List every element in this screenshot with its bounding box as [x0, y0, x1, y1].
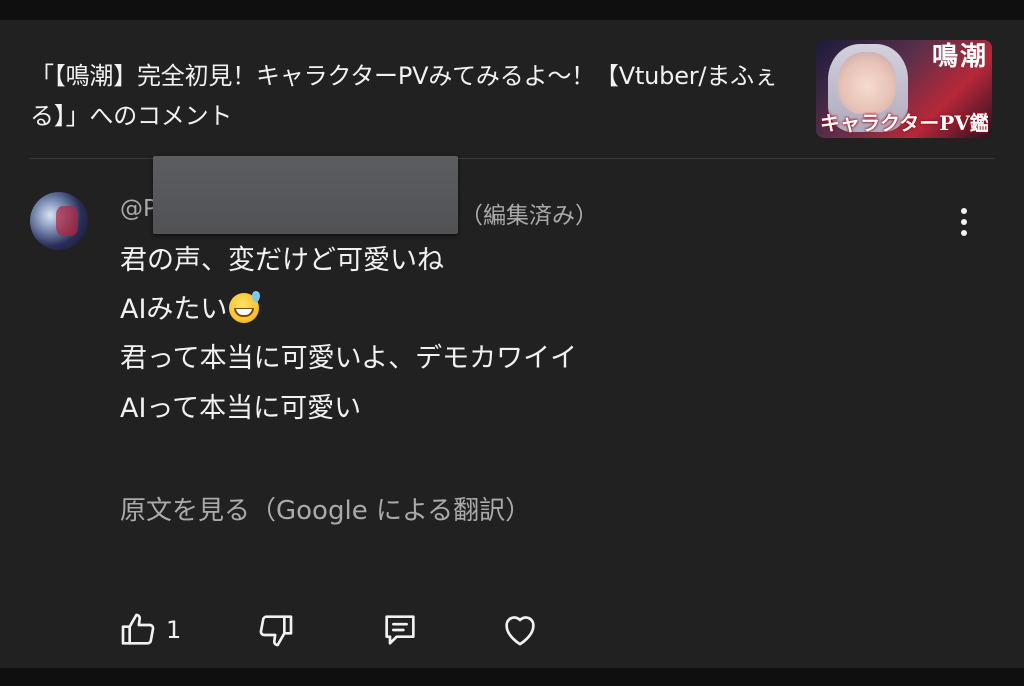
menu-dot [961, 230, 967, 236]
thumbnail-caption-text: キャラクターPV鑑賞 [820, 111, 988, 135]
see-original-link[interactable]: 原文を見る（Google による翻訳） [120, 490, 531, 527]
edited-label: （編集済み） [460, 203, 598, 229]
bottom-bar [0, 668, 1024, 686]
thumbs-down-icon [259, 615, 293, 647]
comment-line: AIって本当に可愛い [120, 393, 362, 424]
thumbnail-title-text: 鳴潮 [931, 42, 988, 72]
redaction-block [153, 156, 458, 234]
comment-icon [385, 615, 415, 645]
author-handle[interactable]: @P [120, 196, 157, 222]
grinning-face-with-sweat-icon [229, 291, 261, 323]
dislike-button[interactable] [256, 608, 296, 652]
comment-line-with-emoji: AIみたい [120, 291, 261, 329]
comment-panel: 「【鳴潮】完全初見！キャラクターPVみてみるよ〜！【Vtuber/まふぇる】」へ… [0, 20, 1024, 668]
like-button[interactable]: 1 [118, 608, 181, 652]
more-options-button[interactable] [950, 202, 978, 242]
heart-button[interactable] [500, 608, 540, 652]
menu-dot [961, 208, 967, 214]
thumbs-up-icon [121, 613, 155, 645]
menu-dot [961, 219, 967, 225]
comment-line: 君って本当に可愛いよ、デモカワイイ [120, 343, 578, 374]
avatar[interactable] [30, 192, 88, 250]
comment-line-text: AIみたい [120, 294, 228, 325]
like-count: 1 [166, 616, 182, 644]
thumbnail-face [838, 52, 896, 114]
video-title[interactable]: 「【鳴潮】完全初見！キャラクターPVみてみるよ〜！【Vtuber/まふぇる】」へ… [30, 56, 800, 136]
video-thumbnail[interactable]: 鳴潮 キャラクターPV鑑賞 [816, 40, 992, 138]
comment-line: 君の声、変だけど可愛いね [120, 245, 444, 276]
reply-button[interactable] [380, 608, 420, 652]
heart-icon [505, 616, 535, 646]
